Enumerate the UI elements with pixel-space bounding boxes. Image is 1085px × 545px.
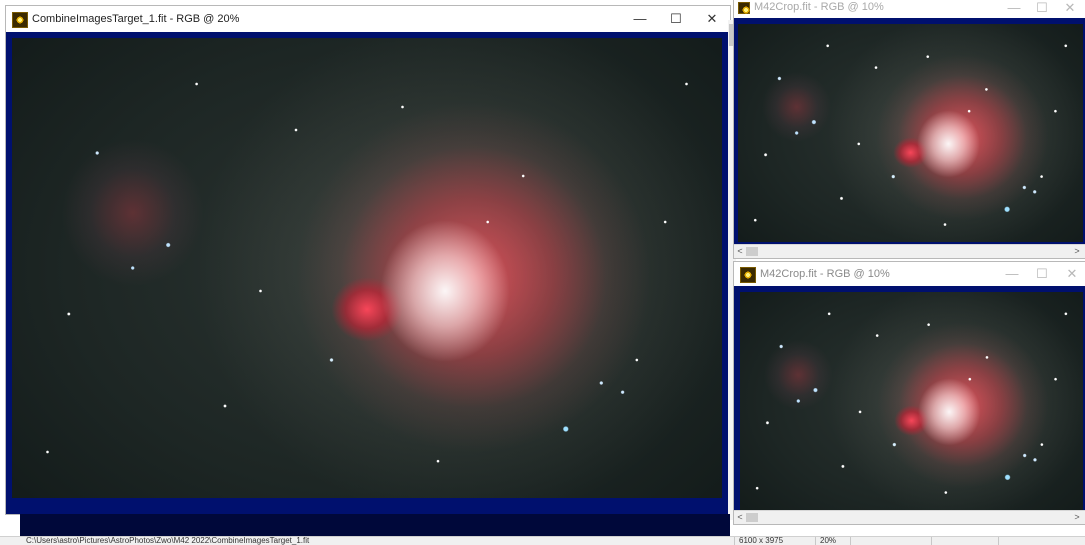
main-nebula-image[interactable]: [12, 38, 722, 498]
horizontal-scroll-thumb[interactable]: [746, 513, 758, 522]
minimize-button[interactable]: —: [1002, 264, 1022, 284]
main-window-titlebar[interactable]: CombineImagesTarget_1.fit - RGB @ 20% — …: [6, 6, 730, 34]
scroll-right-icon[interactable]: >: [1071, 511, 1083, 524]
scroll-right-icon[interactable]: >: [1071, 245, 1083, 258]
horizontal-scroll-thumb[interactable]: [746, 247, 758, 256]
maximize-button[interactable]: ☐: [1032, 0, 1052, 18]
close-button[interactable]: ✕: [702, 9, 722, 29]
main-image-window[interactable]: CombineImagesTarget_1.fit - RGB @ 20% — …: [6, 6, 730, 514]
app-icon: [738, 2, 750, 14]
bottom-right-window-title: M42Crop.fit - RGB @ 10%: [760, 268, 890, 280]
minimize-button[interactable]: —: [630, 9, 650, 29]
bottom-right-titlebar[interactable]: M42Crop.fit - RGB @ 10% — ☐ ✕: [734, 262, 1085, 286]
app-icon: [740, 267, 756, 283]
orion-nebula-image: [12, 38, 722, 498]
workspace-background: [20, 514, 730, 536]
bottom-right-horizontal-scrollbar[interactable]: < >: [734, 510, 1085, 524]
maximize-button[interactable]: ☐: [666, 9, 686, 29]
minimize-button[interactable]: —: [1004, 0, 1024, 18]
top-right-image-window[interactable]: M42Crop.fit - RGB @ 10% — ☐ ✕ < >: [734, 0, 1085, 258]
scroll-left-icon[interactable]: <: [734, 511, 746, 524]
maximize-button[interactable]: ☐: [1032, 264, 1052, 284]
top-right-window-title: M42Crop.fit - RGB @ 10%: [754, 1, 884, 13]
main-window-title: CombineImagesTarget_1.fit - RGB @ 20%: [32, 13, 240, 25]
app-icon: [12, 12, 28, 28]
orion-nebula-image: [738, 24, 1083, 242]
bottom-right-image-window[interactable]: M42Crop.fit - RGB @ 10% — ☐ ✕ < >: [734, 262, 1085, 524]
bottom-right-nebula-image[interactable]: [740, 292, 1083, 510]
scroll-left-icon[interactable]: <: [734, 245, 746, 258]
top-right-titlebar[interactable]: M42Crop.fit - RGB @ 10% — ☐ ✕: [734, 0, 1085, 18]
close-button[interactable]: ✕: [1060, 0, 1080, 18]
top-right-horizontal-scrollbar[interactable]: < >: [734, 244, 1085, 258]
orion-nebula-image: [740, 292, 1083, 510]
close-button[interactable]: ✕: [1062, 264, 1082, 284]
top-right-nebula-image[interactable]: [738, 24, 1083, 242]
